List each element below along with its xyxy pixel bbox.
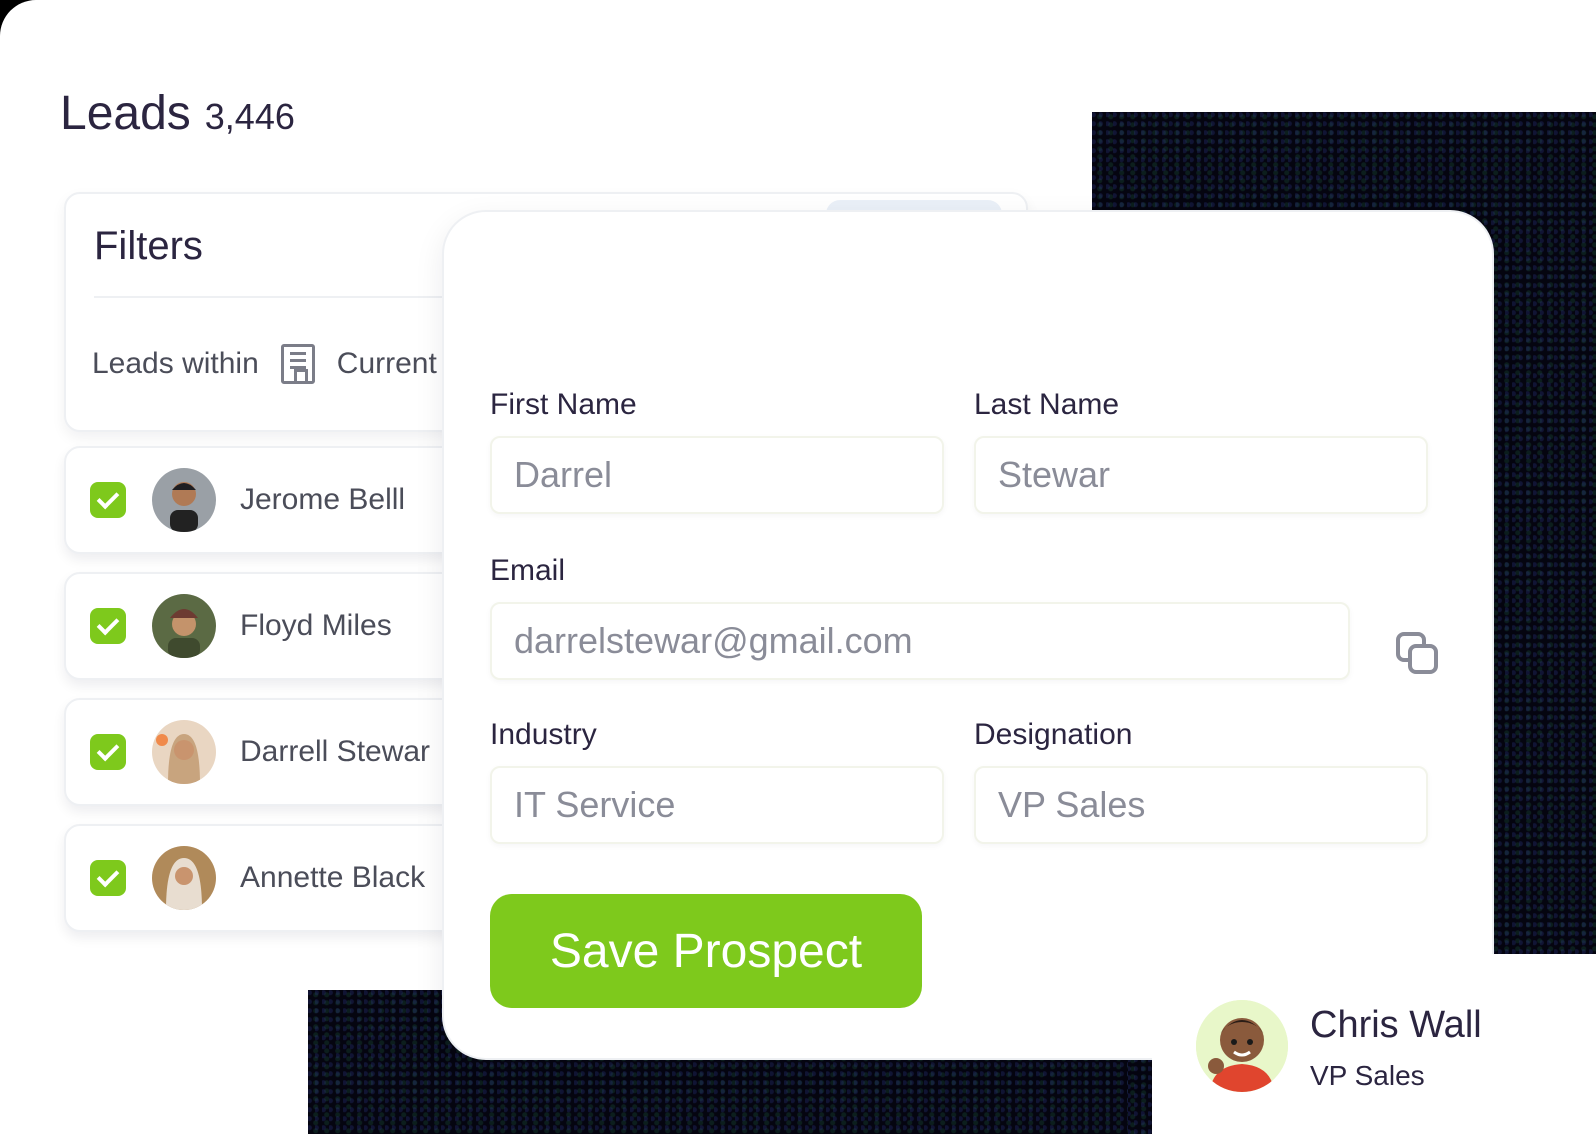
avatar xyxy=(152,594,216,658)
page-title-text: Leads xyxy=(60,87,191,140)
avatar xyxy=(152,720,216,784)
designation-field[interactable]: VP Sales xyxy=(974,766,1428,844)
save-prospect-button[interactable]: Save Prospect xyxy=(490,894,922,1008)
leads-within-value: Current xyxy=(336,347,437,380)
email-label: Email xyxy=(490,554,566,587)
designation-label: Designation xyxy=(974,718,1133,751)
lead-checkbox[interactable] xyxy=(90,860,126,896)
lead-checkbox[interactable] xyxy=(90,608,126,644)
industry-label: Industry xyxy=(490,718,597,751)
last-name-label: Last Name xyxy=(974,388,1120,421)
industry-field[interactable]: IT Service xyxy=(490,766,944,844)
building-icon xyxy=(280,344,315,384)
leads-within-label: Leads within xyxy=(92,347,259,380)
leads-within-filter[interactable]: Leads within Current xyxy=(92,344,437,384)
email-field[interactable]: darrelstewar@gmail.com xyxy=(490,602,1350,680)
copy-icon[interactable] xyxy=(1396,632,1442,678)
lead-checkbox[interactable] xyxy=(90,734,126,770)
lead-name: Jerome Belll xyxy=(240,483,406,516)
avatar xyxy=(1196,1000,1288,1092)
profile-card: Chris Wall VP Sales xyxy=(1152,954,1596,1134)
lead-checkbox[interactable] xyxy=(90,482,126,518)
profile-name: Chris Wall xyxy=(1310,1004,1482,1046)
last-name-field[interactable]: Stewar xyxy=(974,436,1428,514)
lead-name: Floyd Miles xyxy=(240,609,392,642)
page-title: Leads 3,446 xyxy=(60,86,295,141)
profile-role: VP Sales xyxy=(1310,1060,1425,1091)
canvas: Leads 3,446 Filters Leads within Current… xyxy=(0,0,1596,1134)
list-item[interactable]: Jerome Belll xyxy=(64,446,504,554)
filters-title: Filters xyxy=(94,224,203,268)
avatar xyxy=(152,468,216,532)
lead-count: 3,446 xyxy=(204,96,295,137)
list-item[interactable]: Floyd Miles xyxy=(64,572,504,680)
prospect-form: First Name Darrel Last Name Stewar Email… xyxy=(442,210,1494,1060)
lead-name: Annette Black xyxy=(240,861,426,894)
avatar xyxy=(152,846,216,910)
first-name-label: First Name xyxy=(490,388,637,421)
list-item[interactable]: Darrell Stewar xyxy=(64,698,504,806)
first-name-field[interactable]: Darrel xyxy=(490,436,944,514)
lead-name: Darrell Stewar xyxy=(240,735,431,768)
list-item[interactable]: Annette Black xyxy=(64,824,504,932)
